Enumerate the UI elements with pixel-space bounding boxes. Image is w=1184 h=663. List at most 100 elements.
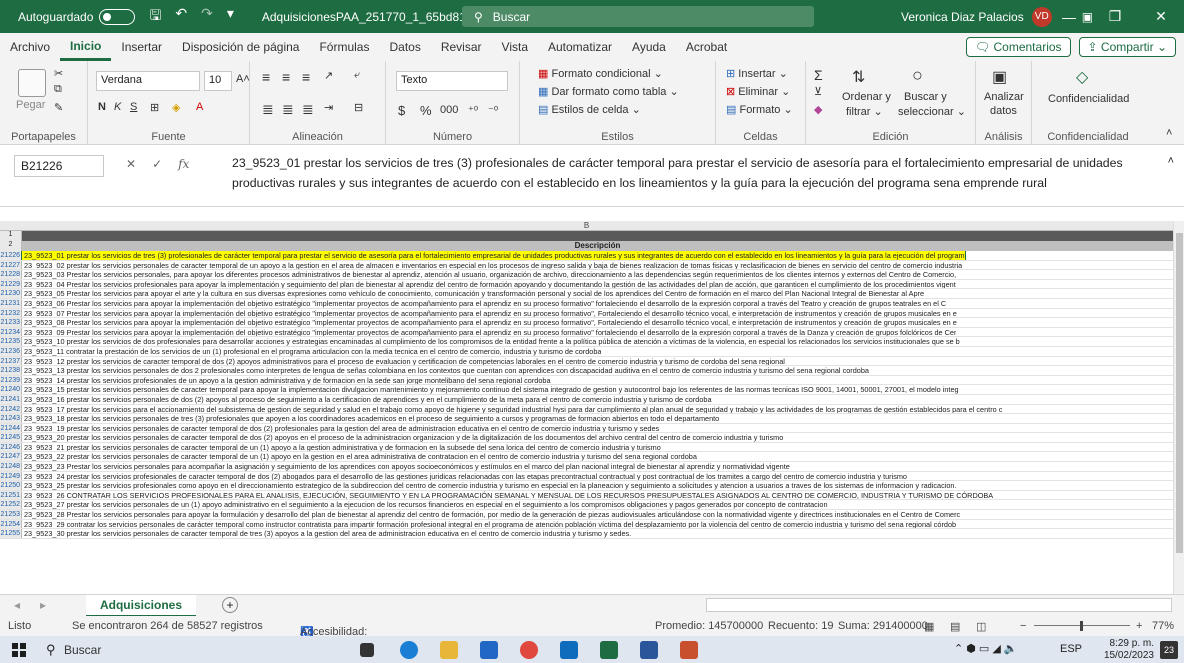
- cell-description[interactable]: 23_9523_22 prestar los servicios persona…: [22, 452, 697, 461]
- font-size-select[interactable]: 10: [204, 71, 232, 91]
- column-title[interactable]: Descripción: [22, 241, 1173, 251]
- chrome-icon[interactable]: [520, 641, 538, 659]
- zoom-level[interactable]: 77%: [1152, 620, 1174, 632]
- font-name-select[interactable]: Verdana: [96, 71, 200, 91]
- row-number[interactable]: 21245: [0, 433, 22, 442]
- row-number[interactable]: 1: [0, 231, 22, 241]
- maximize-icon[interactable]: ❐: [1092, 0, 1138, 33]
- insert-cells-button[interactable]: ⊞ Insertar ⌄: [726, 67, 788, 80]
- cell-description[interactable]: 23_9523_28 Prestar los servicios persona…: [22, 510, 960, 519]
- next-sheet-icon[interactable]: ▸: [40, 598, 46, 612]
- tab-automatizar[interactable]: Automatizar: [538, 33, 622, 61]
- find-select-line2[interactable]: seleccionar ⌄: [898, 105, 966, 118]
- bold-icon[interactable]: N: [98, 101, 106, 113]
- cell-description[interactable]: 23_9523_01 prestar los servicios de tres…: [21, 251, 966, 260]
- row-number[interactable]: 21231: [0, 298, 22, 308]
- name-box[interactable]: B21226: [14, 155, 104, 177]
- tray-icons[interactable]: ⌃ ⬢ ▭ ◢ 🔈: [954, 642, 1018, 655]
- file-explorer-icon[interactable]: [440, 641, 458, 659]
- tab-acrobat[interactable]: Acrobat: [676, 33, 737, 61]
- powerpoint-icon[interactable]: [680, 641, 698, 659]
- cell-description[interactable]: 23_9523_19 prestar los servicios persona…: [22, 424, 659, 433]
- cell-description[interactable]: 23_9523_14 prestar los servicios profesi…: [22, 376, 551, 385]
- taskbar-clock[interactable]: 8:29 p. m. 15/02/2023: [1104, 638, 1154, 662]
- percent-icon[interactable]: %: [420, 103, 432, 118]
- delete-cells-button[interactable]: ⊠ Eliminar ⌄: [726, 85, 790, 98]
- sensitivity-button[interactable]: Confidencialidad: [1048, 93, 1129, 105]
- autosum-icon[interactable]: Σ: [814, 67, 823, 83]
- save-icon[interactable]: 🖫: [149, 5, 161, 29]
- zoom-slider-thumb[interactable]: [1080, 621, 1083, 631]
- row-number[interactable]: 21247: [0, 452, 22, 462]
- cell-description[interactable]: 23_9523_09 Prestar los servicios para ap…: [22, 328, 956, 337]
- cell-description[interactable]: 23_9523_20 prestar los servicios persona…: [22, 433, 783, 442]
- grow-font-icon[interactable]: A˄: [236, 73, 250, 85]
- notifications-badge[interactable]: 23: [1160, 641, 1178, 659]
- formula-input[interactable]: 23_9523_01 prestar los servicios de tres…: [232, 153, 1158, 193]
- cell-description[interactable]: 23_9523_30 prestar los servicios persona…: [22, 529, 631, 538]
- cell-description[interactable]: 23_9523_15 prestar los servicios persona…: [22, 385, 959, 394]
- tab-datos[interactable]: Datos: [379, 33, 430, 61]
- row-number[interactable]: 21235: [0, 337, 22, 346]
- row-number[interactable]: 21233: [0, 318, 22, 327]
- cell-description[interactable]: 23_9523_11 contratar la prestación de lo…: [22, 347, 601, 356]
- minimize-icon[interactable]: —: [1046, 0, 1092, 33]
- cell-description[interactable]: 23_9523_26 CONTRATAR LOS SERVICIOS PROFE…: [22, 491, 993, 500]
- enter-icon[interactable]: ✓: [152, 157, 162, 171]
- row-number[interactable]: 21251: [0, 490, 22, 500]
- windows-start-icon[interactable]: [12, 643, 26, 657]
- copy-icon[interactable]: ⧉: [54, 83, 62, 96]
- expand-formula-icon[interactable]: ˄: [1168, 155, 1174, 167]
- row-number[interactable]: 21241: [0, 394, 22, 404]
- tab-ayuda[interactable]: Ayuda: [622, 33, 676, 61]
- align-top-icon[interactable]: ≡: [262, 69, 270, 85]
- format-painter-icon[interactable]: ✎: [54, 101, 63, 114]
- borders-icon[interactable]: ⊞: [150, 101, 159, 114]
- prev-sheet-icon[interactable]: ◂: [14, 598, 20, 612]
- zoom-out-icon[interactable]: −: [1020, 620, 1026, 632]
- clear-icon[interactable]: ◆: [814, 103, 822, 116]
- tab-insertar[interactable]: Insertar: [111, 33, 172, 61]
- search-box[interactable]: ⚲ Buscar: [462, 6, 814, 27]
- share-button[interactable]: ⇪ Compartir ⌄: [1078, 37, 1176, 57]
- sheet-tab-adquisiciones[interactable]: Adquisiciones: [86, 595, 196, 617]
- align-right-icon[interactable]: ≣: [302, 101, 314, 118]
- currency-icon[interactable]: $: [398, 103, 405, 118]
- close-icon[interactable]: ✕: [1138, 0, 1184, 33]
- row-number[interactable]: 21226: [0, 251, 22, 260]
- cell-description[interactable]: 23_9523_08 Prestar los servicios para ap…: [22, 318, 957, 327]
- conditional-format-button[interactable]: ▦ Formato condicional ⌄: [538, 67, 663, 80]
- tab-vista[interactable]: Vista: [492, 33, 538, 61]
- row-number[interactable]: 21228: [0, 270, 22, 279]
- page-break-icon[interactable]: ◫: [976, 620, 986, 633]
- row-number[interactable]: 21248: [0, 462, 22, 471]
- cell-description[interactable]: 23_9523_12 prestar los servicios de cara…: [22, 357, 785, 366]
- cell-description[interactable]: 23_9523_07 Prestar los servicios para ap…: [22, 309, 957, 318]
- task-view-icon[interactable]: [360, 643, 374, 657]
- row-number[interactable]: 2: [0, 241, 22, 251]
- sort-filter-line2[interactable]: filtrar ⌄: [846, 105, 883, 118]
- thousands-icon[interactable]: 000: [440, 104, 458, 116]
- increase-decimal-icon[interactable]: ⁺⁰: [468, 104, 478, 117]
- cell-description[interactable]: 23_9523_10 prestar los servicios de dos …: [22, 337, 960, 346]
- row-number[interactable]: 21255: [0, 529, 22, 538]
- cell-styles-button[interactable]: ▤ Estilos de celda ⌄: [538, 103, 641, 116]
- row-number[interactable]: 21243: [0, 414, 22, 423]
- word-icon[interactable]: [640, 641, 658, 659]
- cell-description[interactable]: 23_9523_18 prestar los servicios persona…: [22, 414, 719, 423]
- taskbar-search[interactable]: Buscar: [64, 643, 101, 657]
- cancel-icon[interactable]: ✕: [126, 157, 136, 171]
- sort-filter-line1[interactable]: Ordenar y: [842, 91, 891, 103]
- customize-qat-icon[interactable]: ▾: [227, 5, 234, 29]
- tab-revisar[interactable]: Revisar: [431, 33, 492, 61]
- spreadsheet-grid[interactable]: B 1 2 Descripción 21226 23_9523_01 presta…: [0, 221, 1173, 594]
- align-left-icon[interactable]: ≣: [262, 101, 274, 118]
- analyze-data-line2[interactable]: datos: [990, 105, 1017, 117]
- taskbar-search-icon[interactable]: ⚲: [46, 642, 56, 658]
- row-number[interactable]: 21239: [0, 375, 22, 385]
- row-number[interactable]: 21238: [0, 366, 22, 375]
- row-number[interactable]: 21240: [0, 385, 22, 394]
- row-number[interactable]: 21254: [0, 519, 22, 529]
- row-number[interactable]: 21244: [0, 423, 22, 433]
- row-number[interactable]: 21229: [0, 279, 22, 289]
